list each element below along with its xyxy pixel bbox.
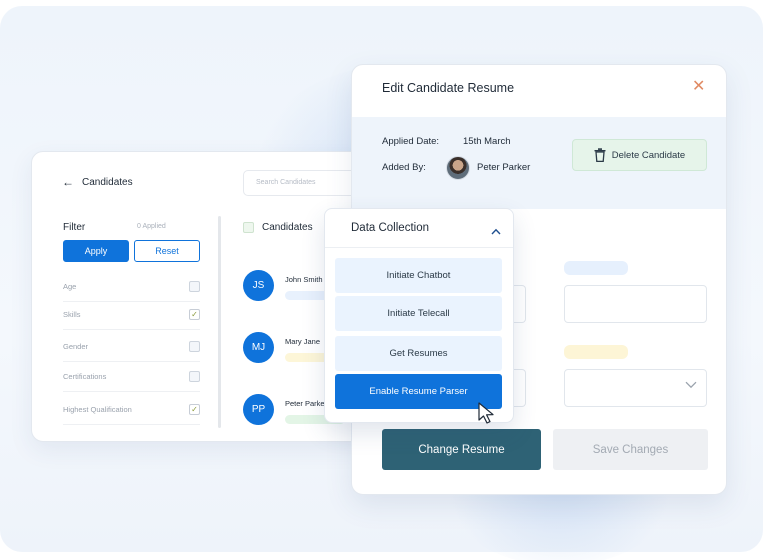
- field-label-placeholder: [564, 345, 628, 359]
- panel-scrollbar[interactable]: [218, 216, 221, 428]
- dropdown-title[interactable]: Data Collection: [351, 222, 429, 234]
- reset-button[interactable]: Reset: [134, 240, 200, 262]
- candidate-name[interactable]: Peter Parker: [285, 399, 327, 408]
- filter-label: Age: [63, 282, 77, 291]
- menu-item-get-resumes[interactable]: Get Resumes: [335, 336, 502, 371]
- apply-button[interactable]: Apply: [63, 240, 129, 262]
- select-all-checkbox[interactable]: [243, 222, 254, 233]
- trash-icon: [594, 148, 606, 162]
- data-collection-dropdown: Data Collection Initiate Chatbot Initiat…: [324, 208, 514, 423]
- chevron-down-icon[interactable]: [685, 381, 697, 389]
- candidates-list-title: Candidates: [262, 222, 313, 233]
- applied-date-value: 15th March: [463, 136, 511, 147]
- back-arrow-icon[interactable]: ←: [62, 176, 74, 188]
- filter-label: Certifications: [63, 372, 107, 381]
- candidate-name[interactable]: John Smith: [285, 275, 323, 284]
- filter-row-skills[interactable]: Skills ✓: [63, 300, 200, 330]
- filter-row-gender[interactable]: Gender: [63, 332, 200, 362]
- menu-item-initiate-chatbot[interactable]: Initiate Chatbot: [335, 258, 502, 293]
- candidates-panel: ← Candidates Search Candidates Filter 0 …: [31, 151, 371, 442]
- avatar[interactable]: MJ: [243, 332, 274, 363]
- delete-candidate-label: Delete Candidate: [611, 149, 686, 161]
- candidates-list-header: Candidates: [243, 222, 313, 233]
- filter-label: Highest Qualification: [63, 405, 132, 414]
- filter-row-highest-qualification[interactable]: Highest Qualification ✓: [63, 395, 200, 425]
- edit-panel-title: Edit Candidate Resume: [382, 81, 515, 95]
- added-by-label: Added By:: [382, 162, 426, 173]
- avatar[interactable]: PP: [243, 394, 274, 425]
- save-changes-button[interactable]: Save Changes: [553, 429, 708, 470]
- avatar[interactable]: JS: [243, 270, 274, 301]
- filter-checkbox[interactable]: [189, 371, 200, 382]
- close-icon[interactable]: ✕: [692, 79, 705, 95]
- filter-checkbox[interactable]: ✓: [189, 404, 200, 415]
- change-resume-button[interactable]: Change Resume: [382, 429, 541, 470]
- filter-label: Skills: [63, 310, 81, 319]
- applied-date-label: Applied Date:: [382, 136, 440, 147]
- field-label-placeholder: [564, 261, 628, 275]
- mouse-cursor-icon: [478, 402, 494, 424]
- text-field[interactable]: [564, 285, 707, 323]
- added-by-value: Peter Parker: [477, 162, 531, 173]
- candidates-header[interactable]: ← Candidates: [62, 176, 133, 188]
- filter-row-age[interactable]: Age: [63, 272, 200, 302]
- avatar: [446, 156, 470, 180]
- filter-checkbox[interactable]: ✓: [189, 309, 200, 320]
- filter-checkbox[interactable]: [189, 281, 200, 292]
- filter-checkbox[interactable]: [189, 341, 200, 352]
- filter-label: Gender: [63, 342, 89, 351]
- filter-row-certifications[interactable]: Certifications: [63, 362, 200, 392]
- candidates-title: Candidates: [82, 176, 133, 188]
- menu-item-initiate-telecall[interactable]: Initiate Telecall: [335, 296, 502, 331]
- filter-applied-count: 0 Applied: [137, 223, 166, 230]
- candidate-name[interactable]: Mary Jane: [285, 337, 320, 346]
- filter-title: Filter: [63, 222, 86, 233]
- delete-candidate-button[interactable]: Delete Candidate: [572, 139, 707, 171]
- dropdown-divider: [325, 247, 513, 248]
- chevron-up-icon[interactable]: [491, 228, 501, 235]
